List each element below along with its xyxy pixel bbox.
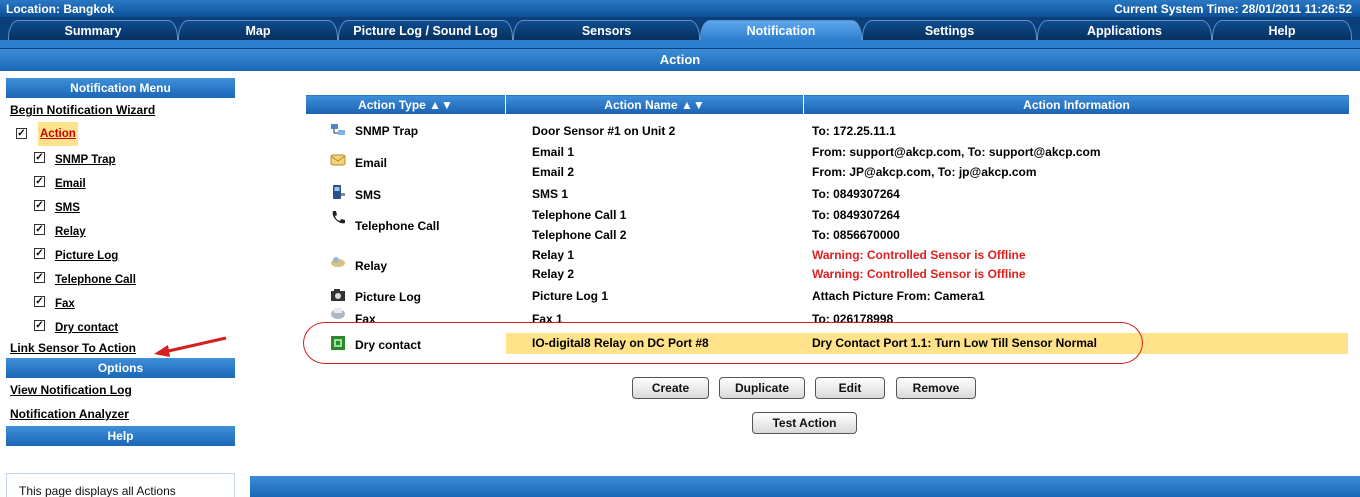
table-header-row: Action Type ▲▼ Action Name ▲▼ Action Inf… — [305, 94, 1350, 115]
checkbox[interactable]: ✓ — [34, 152, 45, 163]
sidebar-item-email: ✓ Email — [0, 170, 235, 194]
action-name-cell[interactable]: Door Sensor #1 on Unit 2 — [532, 122, 675, 141]
action-info-cell: To: 0849307264 — [812, 187, 900, 201]
action-type-label: Picture Log — [355, 290, 422, 304]
action-type-label: SMS — [355, 188, 382, 202]
action-name-cell[interactable]: Email 2 — [532, 163, 574, 182]
action-info-cell: Attach Picture From: Camera1 — [812, 289, 985, 303]
tab-notification[interactable]: Notification — [700, 20, 862, 40]
checkbox[interactable]: ✓ — [34, 176, 45, 187]
sidebar-item-telephone-call: ✓ Telephone Call — [0, 266, 235, 290]
action-name-cell[interactable]: SMS 1 — [532, 185, 568, 204]
action-info-cell: To: 172.25.11.1 — [812, 124, 896, 138]
action-name-cell[interactable]: Relay 2 — [532, 265, 574, 284]
action-info-cell: To: 0856670000 — [812, 228, 900, 242]
action-name-cell[interactable]: Telephone Call 2 — [532, 226, 626, 245]
sidebar: Notification Menu Begin Notification Wiz… — [0, 78, 235, 446]
sidebar-item-sms: ✓ SMS — [0, 194, 235, 218]
sidebar-item-label[interactable]: Fax — [55, 292, 75, 316]
sidebar-item-fax: ✓ Fax — [0, 290, 235, 314]
action-info-cell: From: support@akcp.com, To: support@akcp… — [812, 145, 1101, 159]
sms-icon — [333, 185, 345, 199]
action-info-warning: Warning: Controlled Sensor is Offline — [812, 248, 1026, 262]
relay-icon — [331, 257, 345, 267]
sidebar-item-snmp-trap: ✓ SNMP Trap — [0, 146, 235, 170]
annotation-arrow-icon — [154, 336, 227, 357]
fax-icon — [331, 308, 345, 319]
sidebar-item-label[interactable]: Dry contact — [55, 316, 118, 340]
system-time: Current System Time: 28/01/2011 11:26:52 — [1114, 2, 1352, 16]
sidebar-item-label[interactable]: SNMP Trap — [55, 148, 116, 172]
action-type-label: Email — [355, 156, 388, 170]
tab-sensors[interactable]: Sensors — [513, 20, 700, 40]
footer-bar — [250, 476, 1360, 497]
top-bar: Location: Bangkok Current System Time: 2… — [0, 0, 1360, 17]
notification-analyzer-link[interactable]: Notification Analyzer — [0, 402, 235, 426]
sidebar-item-label[interactable]: Email — [55, 172, 86, 196]
options-header: Options — [6, 358, 235, 378]
action-type-label: Telephone Call — [355, 219, 440, 233]
edit-button[interactable]: Edit — [815, 377, 885, 399]
checkbox[interactable]: ✓ — [34, 224, 45, 235]
highlight-annotation-oval — [303, 322, 1143, 364]
test-action-button[interactable]: Test Action — [752, 412, 857, 434]
email-icon — [330, 154, 346, 166]
action-name-cell[interactable]: Picture Log 1 — [532, 287, 608, 306]
tab-picture-log[interactable]: Picture Log / Sound Log — [338, 20, 513, 40]
action-checkbox[interactable]: ✓ — [16, 128, 27, 139]
begin-wizard-link[interactable]: Begin Notification Wizard — [0, 98, 235, 122]
sidebar-item-label[interactable]: SMS — [55, 196, 80, 220]
create-button[interactable]: Create — [632, 377, 709, 399]
checkbox[interactable]: ✓ — [34, 272, 45, 283]
snmp-icon — [331, 124, 345, 135]
tab-summary[interactable]: Summary — [8, 20, 178, 40]
column-action-information: Action Information — [803, 94, 1350, 115]
action-type-label: SNMP Trap — [355, 124, 419, 138]
tab-applications[interactable]: Applications — [1037, 20, 1212, 40]
page-title: Action — [0, 49, 1360, 71]
action-link[interactable]: Action — [38, 122, 78, 146]
camera-icon — [331, 289, 345, 301]
tab-underline — [0, 40, 1360, 48]
telephone-icon — [332, 211, 345, 224]
action-info-cell: To: 0849307264 — [812, 208, 900, 222]
sidebar-item-relay: ✓ Relay — [0, 218, 235, 242]
sidebar-item-label[interactable]: Telephone Call — [55, 268, 136, 292]
remove-button[interactable]: Remove — [896, 377, 976, 399]
tab-settings[interactable]: Settings — [862, 20, 1037, 40]
action-name-cell[interactable]: Email 1 — [532, 143, 574, 162]
checkbox[interactable]: ✓ — [34, 296, 45, 307]
action-info-warning: Warning: Controlled Sensor is Offline — [812, 267, 1026, 281]
checkbox[interactable]: ✓ — [34, 320, 45, 331]
sidebar-item-label[interactable]: Picture Log — [55, 244, 118, 268]
action-name-cell[interactable]: Relay 1 — [532, 246, 574, 265]
action-type-label: Relay — [355, 259, 388, 273]
view-notification-log-link[interactable]: View Notification Log — [0, 378, 235, 402]
action-name-cell[interactable]: Telephone Call 1 — [532, 206, 626, 225]
action-info-cell: From: JP@akcp.com, To: jp@akcp.com — [812, 165, 1037, 179]
help-header: Help — [6, 426, 235, 446]
location-label: Location: Bangkok — [6, 2, 115, 16]
checkbox[interactable]: ✓ — [34, 200, 45, 211]
notification-menu-header: Notification Menu — [6, 78, 235, 98]
tab-map[interactable]: Map — [178, 20, 338, 40]
sidebar-item-label[interactable]: Relay — [55, 220, 86, 244]
sidebar-item-picture-log: ✓ Picture Log — [0, 242, 235, 266]
action-checkbox-row: ✓ Action — [0, 122, 235, 146]
duplicate-button[interactable]: Duplicate — [719, 377, 805, 399]
column-action-name[interactable]: Action Name ▲▼ — [505, 94, 804, 115]
tab-help[interactable]: Help — [1212, 20, 1352, 40]
column-action-type[interactable]: Action Type ▲▼ — [305, 94, 506, 115]
checkbox[interactable]: ✓ — [34, 248, 45, 259]
actions-table: Action Type ▲▼ Action Name ▲▼ Action Inf… — [305, 94, 1350, 115]
help-text: This page displays all Actions — [19, 484, 176, 497]
